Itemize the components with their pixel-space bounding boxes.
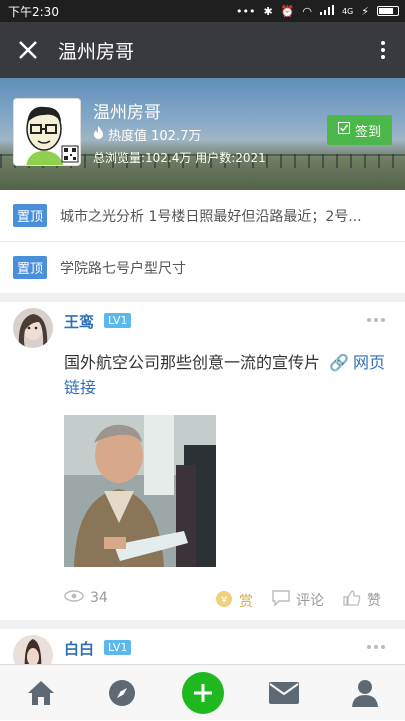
page-title: 温州房哥 <box>58 40 135 63</box>
thumbs-up-icon <box>343 590 361 610</box>
pinned-title: 学院路七号户型尺寸 <box>60 260 187 277</box>
reward-label: 赏 <box>239 594 253 610</box>
more-dots-icon[interactable] <box>367 318 385 322</box>
signal-icon <box>319 4 334 18</box>
user-name[interactable]: 白白 <box>64 638 94 659</box>
comment-label: 评论 <box>296 593 324 609</box>
wifi-icon: ◠ <box>302 4 312 18</box>
like-label: 赞 <box>367 593 381 609</box>
level-badge: LV1 <box>104 313 132 328</box>
heat-label: 热度值 102.7万 <box>108 129 202 144</box>
profile-header: 温州房哥 热度值 102.7万 总浏览量:102.4万 用户数:2021 签到 <box>0 78 405 190</box>
flame-icon <box>93 126 104 143</box>
app-bar: 温州房哥 <box>0 22 405 78</box>
post-card[interactable]: 王鸾 LV1 国外航空公司那些创意一流的宣传片 🔗 网页链接 34 ¥ 赏 评论… <box>0 302 405 620</box>
bottom-tab-bar <box>0 664 405 720</box>
heat-value: 热度值 102.7万 <box>93 125 201 144</box>
battery-icon <box>377 6 399 16</box>
checkbox-icon <box>337 122 350 138</box>
level-badge: LV1 <box>104 640 132 655</box>
pinned-item[interactable]: 置顶 学院路七号户型尺寸 <box>0 242 405 294</box>
close-icon[interactable] <box>0 22 56 78</box>
reward-button[interactable]: ¥ 赏 <box>215 590 253 612</box>
post-image[interactable] <box>64 415 216 567</box>
status-icons: ••• ✱ ⏰ ◠ 4G ⚡ <box>235 4 399 18</box>
bluetooth-icon: ✱ <box>263 4 273 18</box>
pinned-title: 城市之光分析 1号楼日照最好但沿路最近；2号... <box>60 208 362 225</box>
post-content: 国外航空公司那些创意一流的宣传片 <box>64 353 321 372</box>
home-icon[interactable] <box>11 665 71 721</box>
views-count: 34 <box>0 590 108 606</box>
user-avatar[interactable] <box>13 635 53 664</box>
divider <box>0 620 405 629</box>
coin-icon: ¥ <box>215 590 233 612</box>
svg-text:¥: ¥ <box>221 595 227 606</box>
user-name[interactable]: 王鸾 <box>64 311 94 332</box>
status-bar: 下午2:30 ••• ✱ ⏰ ◠ 4G ⚡ <box>0 0 405 22</box>
divider <box>0 293 405 302</box>
add-post-icon[interactable] <box>173 665 233 721</box>
profile-icon[interactable] <box>335 665 395 721</box>
more-dots-icon[interactable] <box>367 645 385 649</box>
eye-icon <box>64 590 84 606</box>
post-card[interactable]: 白白 LV1 <box>0 629 405 664</box>
comment-button[interactable]: 评论 <box>272 590 324 610</box>
alarm-icon: ⏰ <box>280 4 295 18</box>
signin-button[interactable]: 签到 <box>327 115 392 145</box>
discover-compass-icon[interactable] <box>92 665 152 721</box>
status-time: 下午2:30 <box>8 4 59 19</box>
views-value: 34 <box>90 590 108 606</box>
dots-icon: ••• <box>235 4 256 18</box>
like-button[interactable]: 赞 <box>343 590 381 610</box>
link-icon: 🔗 <box>329 353 350 372</box>
pinned-item[interactable]: 置顶 城市之光分析 1号楼日照最好但沿路最近；2号... <box>0 190 405 242</box>
profile-stats: 总浏览量:102.4万 用户数:2021 <box>93 151 266 165</box>
comment-icon <box>272 590 290 610</box>
profile-avatar <box>13 98 81 166</box>
pinned-badge: 置顶 <box>13 204 48 227</box>
user-avatar[interactable] <box>13 308 53 348</box>
profile-name: 温州房哥 <box>93 103 161 123</box>
charging-icon: ⚡ <box>361 4 369 18</box>
messages-icon[interactable] <box>254 665 314 721</box>
post-actions: 34 ¥ 赏 评论 赞 <box>0 585 405 615</box>
more-vertical-icon[interactable] <box>361 22 405 78</box>
signin-label: 签到 <box>354 124 381 140</box>
network-type: 4G <box>341 6 354 16</box>
pinned-badge: 置顶 <box>13 256 48 279</box>
post-text: 国外航空公司那些创意一流的宣传片 🔗 网页链接 <box>64 350 394 400</box>
